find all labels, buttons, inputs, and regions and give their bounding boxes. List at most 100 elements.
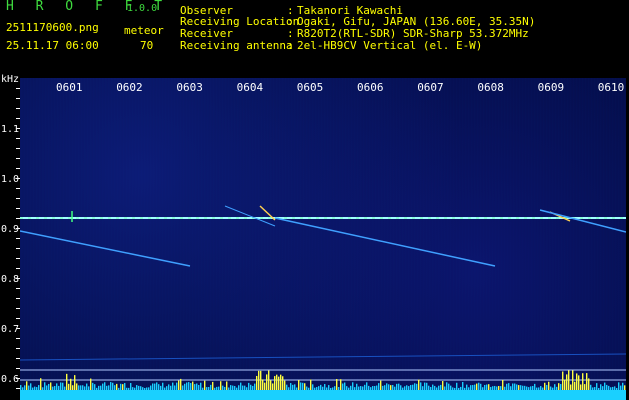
noise-spike — [166, 386, 168, 390]
noise-spike — [386, 383, 388, 390]
noise-spike — [154, 383, 156, 390]
noise-spike — [50, 382, 52, 390]
noise-spike — [422, 386, 424, 390]
noise-spike — [156, 382, 158, 390]
info-value-antenna: 2el-HB9CV Vertical (el. E-W) — [297, 39, 483, 52]
time-label-0601: 0601 — [56, 81, 83, 94]
noise-spike — [516, 384, 518, 390]
noise-spike — [212, 381, 214, 390]
freq-tick — [16, 378, 20, 379]
noise-spike — [556, 386, 558, 390]
noise-spike — [320, 384, 322, 390]
noise-spike — [160, 385, 162, 390]
noise-spike — [168, 384, 170, 390]
noise-spike — [448, 383, 450, 390]
noise-spike — [148, 387, 150, 390]
noise-spike — [354, 387, 356, 390]
noise-spike — [610, 387, 612, 390]
noise-spike — [388, 384, 390, 390]
observation-datetime: 25.11.17 06:00 — [6, 39, 99, 52]
noise-spike — [30, 383, 32, 390]
noise-spike — [26, 381, 28, 390]
noise-spike — [582, 373, 584, 390]
noise-spike — [450, 385, 452, 390]
noise-spike — [80, 385, 82, 390]
freq-tick — [16, 88, 20, 89]
noise-spike — [104, 382, 106, 390]
noise-spike — [84, 386, 86, 390]
noise-spike — [194, 384, 196, 390]
noise-floor — [20, 390, 626, 400]
noise-spike — [444, 386, 446, 390]
noise-spike — [426, 382, 428, 390]
noise-spike — [298, 379, 300, 390]
noise-spike — [330, 387, 332, 390]
noise-spike — [190, 383, 192, 390]
noise-spike — [344, 382, 346, 390]
freq-tick — [16, 198, 20, 199]
noise-spike — [124, 383, 126, 390]
noise-spike — [236, 387, 238, 390]
noise-spike — [136, 385, 138, 390]
noise-spike — [332, 387, 334, 390]
freq-tick — [16, 148, 20, 149]
noise-spike — [382, 385, 384, 390]
freq-tick — [16, 288, 20, 289]
noise-spike — [270, 380, 272, 390]
noise-spike — [216, 386, 218, 390]
noise-spike — [294, 384, 296, 390]
freq-tick — [16, 318, 20, 319]
noise-spike — [300, 382, 302, 390]
freq-tick — [16, 228, 20, 229]
noise-spike — [192, 381, 194, 390]
noise-spike — [612, 386, 614, 390]
noise-spike — [276, 374, 278, 390]
noise-spike — [162, 382, 164, 390]
noise-spike — [206, 387, 208, 390]
freq-tick — [16, 278, 20, 279]
noise-spike — [430, 386, 432, 390]
noise-spike — [478, 382, 480, 390]
noise-spike — [196, 383, 198, 390]
noise-spike — [524, 385, 526, 390]
noise-spike — [484, 384, 486, 390]
noise-spike — [44, 382, 46, 390]
noise-spike — [462, 382, 464, 390]
noise-spike — [410, 385, 412, 390]
time-label-0603: 0603 — [176, 81, 203, 94]
noise-spike — [570, 384, 572, 390]
noise-spike — [290, 383, 292, 390]
noise-spike — [58, 385, 60, 390]
noise-spike — [548, 381, 550, 390]
freq-tick — [16, 118, 20, 119]
noise-spike — [526, 386, 528, 390]
noise-spike — [54, 386, 56, 390]
noise-spike — [262, 379, 264, 390]
noise-spike — [364, 384, 366, 390]
noise-spike — [554, 384, 556, 390]
noise-spike — [490, 386, 492, 390]
noise-spike — [522, 385, 524, 390]
noise-spike — [184, 383, 186, 390]
noise-spike — [486, 384, 488, 390]
noise-spike — [544, 382, 546, 390]
noise-spike — [590, 384, 592, 390]
noise-spike — [574, 381, 576, 390]
noise-spike — [256, 375, 258, 390]
noise-spike — [218, 386, 220, 390]
noise-spike — [538, 387, 540, 390]
noise-spike — [442, 381, 444, 390]
noise-spike — [56, 383, 58, 390]
noise-spike — [38, 385, 40, 390]
noise-spike — [90, 378, 92, 390]
noise-spike — [22, 387, 24, 390]
drift-trace — [539, 209, 626, 233]
noise-spike — [164, 387, 166, 390]
faint-trace — [20, 353, 626, 361]
noise-spike — [66, 373, 68, 390]
noise-spike — [100, 385, 102, 390]
noise-spike — [616, 387, 618, 390]
noise-spike — [608, 385, 610, 390]
noise-spike — [466, 384, 468, 390]
app-version: 1.0.0 — [127, 3, 158, 14]
